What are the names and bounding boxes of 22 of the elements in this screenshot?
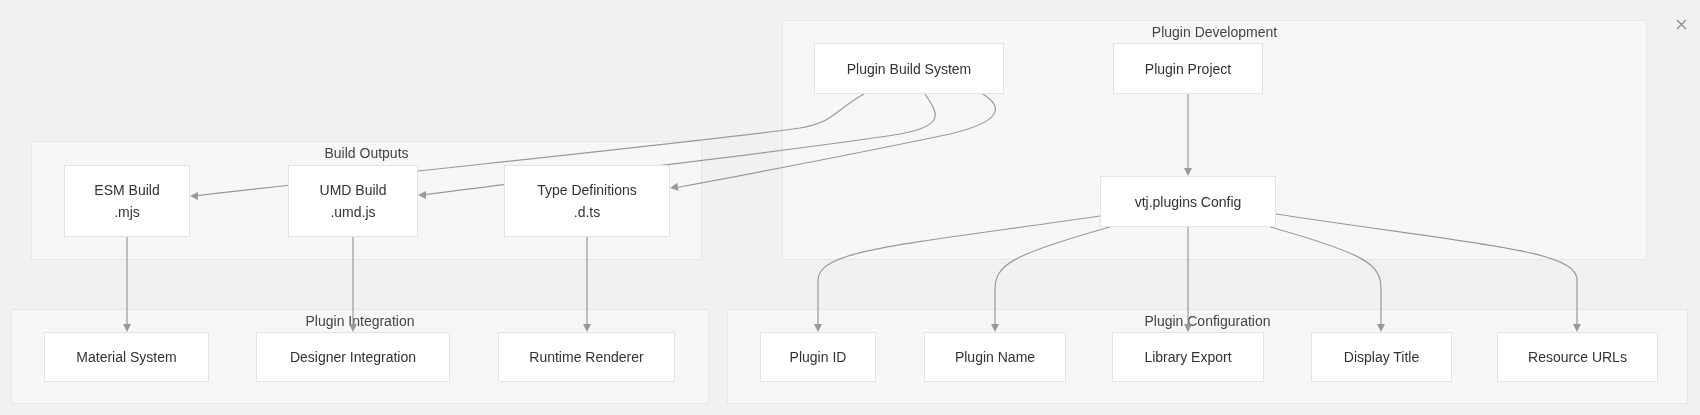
- node-label: Resource URLs: [1528, 348, 1627, 367]
- group-title: Plugin Integration: [304, 312, 416, 331]
- node-label: .d.ts: [573, 203, 601, 222]
- close-icon[interactable]: [1676, 19, 1687, 30]
- group-title: Build Outputs: [323, 144, 410, 163]
- node-label: UMD Build: [319, 181, 387, 200]
- node-label: Plugin Name: [954, 348, 1036, 367]
- node-label: Type Definitions: [537, 181, 637, 200]
- node-label: ESM Build: [94, 181, 160, 200]
- node-label: Material System: [76, 348, 177, 367]
- node-label: Display Title: [1343, 348, 1420, 367]
- node-label: .mjs: [114, 203, 140, 222]
- node-label: Library Export: [1144, 348, 1232, 367]
- node-label: Designer Integration: [289, 348, 417, 367]
- node-label: vtj.plugins Config: [1134, 192, 1242, 212]
- node-label: Plugin Project: [1144, 59, 1232, 79]
- node-label: .umd.js: [330, 203, 376, 222]
- group-title: Plugin Development: [1150, 23, 1279, 42]
- node-label: Runtime Renderer: [529, 348, 644, 367]
- node-label: Plugin ID: [789, 348, 847, 367]
- node-label: Plugin Build System: [846, 59, 972, 79]
- group-title: Plugin Configuration: [1143, 312, 1272, 331]
